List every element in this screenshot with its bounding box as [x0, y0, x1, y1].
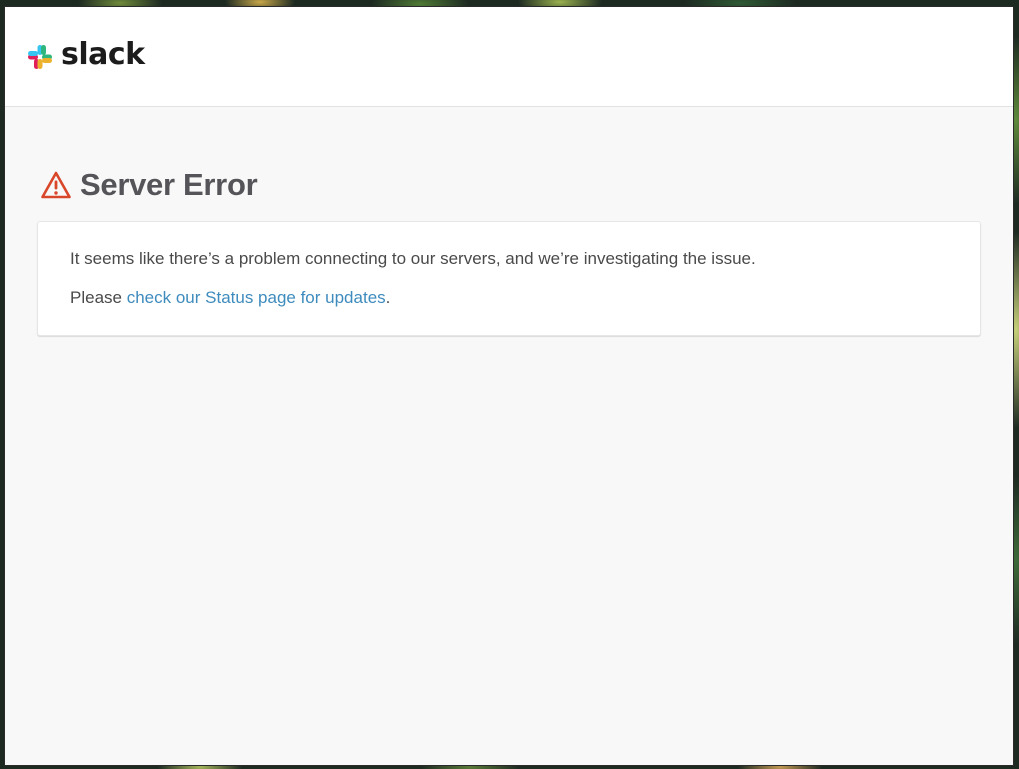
slack-wordmark: slack: [61, 36, 145, 72]
page-header: slack: [5, 7, 1013, 107]
warning-triangle-icon: [41, 171, 71, 199]
status-prefix: Please: [70, 288, 127, 307]
status-suffix: .: [385, 288, 391, 307]
status-page-link[interactable]: check our Status page for updates: [127, 288, 386, 307]
error-message: It seems like there’s a problem connecti…: [70, 249, 756, 268]
slack-logo[interactable]: slack: [25, 36, 145, 72]
status-line: Please check our Status page for updates…: [70, 287, 948, 309]
error-heading: Server Error: [40, 167, 981, 203]
error-card: It seems like there’s a problem connecti…: [37, 221, 981, 336]
page-title: Server Error: [80, 167, 258, 202]
browser-window: slack Server Error It seems like there’s…: [5, 7, 1013, 765]
slack-hash-icon: [28, 44, 52, 69]
main-content: Server Error It seems like there’s a pro…: [5, 107, 1013, 336]
